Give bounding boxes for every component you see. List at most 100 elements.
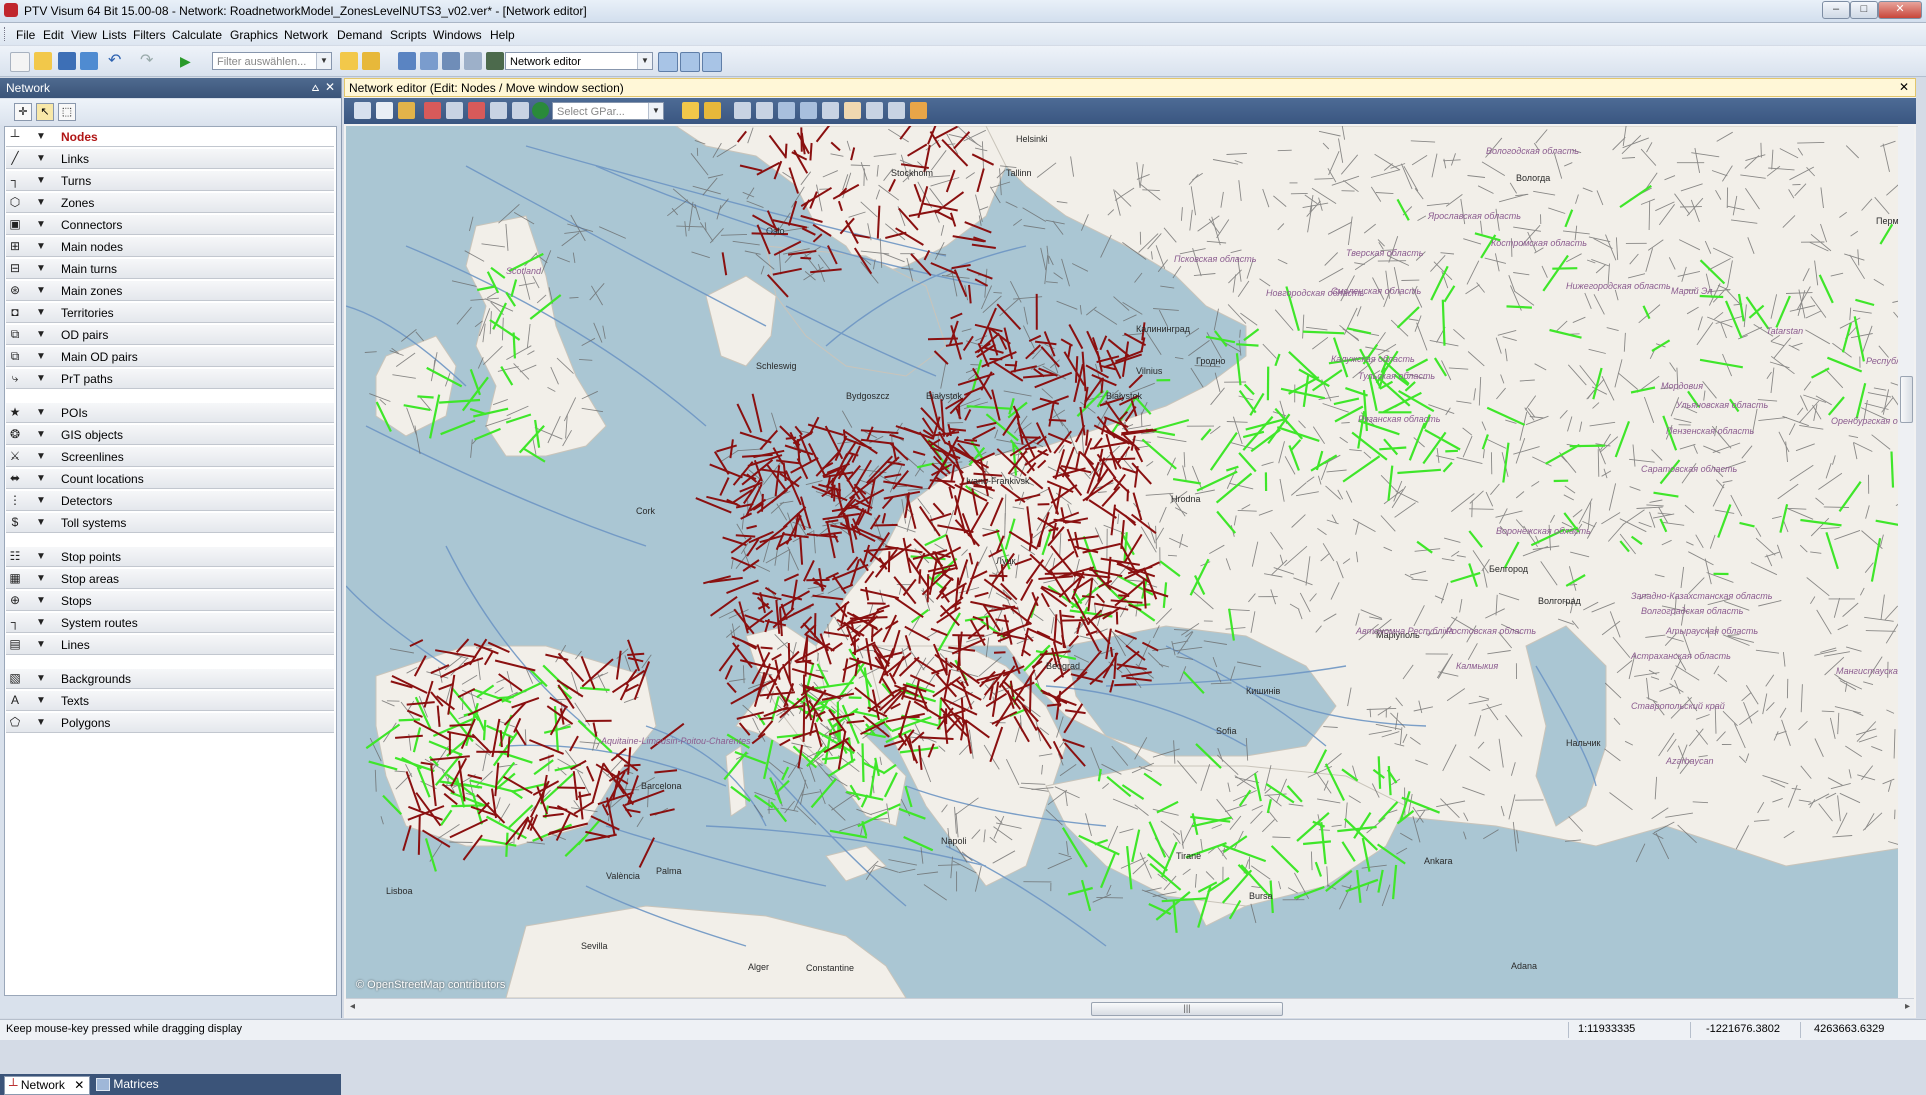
globe-icon[interactable]	[532, 102, 549, 119]
menu-graphics[interactable]: Graphics	[230, 28, 278, 42]
menu-help[interactable]: Help	[490, 28, 515, 42]
print-icon[interactable]	[490, 102, 507, 119]
filter-icon[interactable]: ▼	[36, 151, 46, 166]
network-item-screenlines[interactable]: ⚔▼Screenlines	[6, 447, 334, 467]
filter-icon[interactable]: ▼	[36, 693, 46, 708]
list-icon[interactable]	[442, 52, 460, 70]
maximize-button[interactable]: □	[1850, 1, 1878, 19]
network-item-stops[interactable]: ⊕▼Stops	[6, 591, 334, 611]
horizontal-scrollbar[interactable]: ◂ ||| ▸	[346, 998, 1914, 1017]
window-mode-select[interactable]: Network editor ▼	[505, 52, 653, 70]
close-icon[interactable]: ✕	[68, 1078, 84, 1092]
network-item-stop-points[interactable]: ☷▼Stop points	[6, 547, 334, 567]
import-icon[interactable]	[398, 52, 416, 70]
chevron-down-icon[interactable]: ▼	[316, 53, 331, 69]
filter-icon[interactable]: ▼	[36, 217, 46, 232]
network-item-od-pairs[interactable]: ⧉▼OD pairs	[6, 325, 334, 345]
menu-view[interactable]: View	[71, 28, 97, 42]
network-item-pois[interactable]: ★▼POIs	[6, 403, 334, 423]
tab-network[interactable]: ┴ Network ✕	[4, 1076, 90, 1095]
filter-icon[interactable]: ▼	[36, 515, 46, 530]
menu-file[interactable]: File	[16, 28, 35, 42]
network-item-main-turns[interactable]: ⊟▼Main turns	[6, 259, 334, 279]
autozoom-icon[interactable]	[822, 102, 839, 119]
network-map-canvas[interactable]	[346, 126, 1914, 998]
menu-scripts[interactable]: Scripts	[390, 28, 427, 42]
forward-icon[interactable]	[800, 102, 817, 119]
layers-icon[interactable]	[398, 102, 415, 119]
filter-icon[interactable]: ▼	[36, 549, 46, 564]
filter-icon[interactable]: ▼	[36, 471, 46, 486]
network-item-polygons[interactable]: ⬠▼Polygons	[6, 713, 334, 733]
edit-icon[interactable]	[888, 102, 905, 119]
chevron-down-icon[interactable]: ▼	[648, 103, 663, 119]
network-item-connectors[interactable]: ▣▼Connectors	[6, 215, 334, 235]
network-item-system-routes[interactable]: ┐▼System routes	[6, 613, 334, 633]
filter-icon[interactable]: ▼	[36, 493, 46, 508]
close-icon[interactable]: ✕	[1899, 80, 1909, 94]
back-icon[interactable]	[778, 102, 795, 119]
filter-icon[interactable]: ▼	[36, 283, 46, 298]
filter-icon[interactable]: ▼	[36, 615, 46, 630]
network-item-stop-areas[interactable]: ▦▼Stop areas	[6, 569, 334, 589]
network-item-backgrounds[interactable]: ▧▼Backgrounds	[6, 669, 334, 689]
filter-icon[interactable]: ▼	[36, 195, 46, 210]
filter-icon[interactable]: ▼	[36, 715, 46, 730]
select-pointer-icon[interactable]: ↖	[36, 103, 54, 121]
close-icon[interactable]: ✕	[325, 80, 335, 94]
tile-icon[interactable]	[658, 52, 678, 72]
scroll-right-icon[interactable]: ▸	[1905, 1001, 1910, 1012]
open-gpa-icon[interactable]	[682, 102, 699, 119]
filter-icon[interactable]: ▼	[36, 593, 46, 608]
menu-filters[interactable]: Filters	[133, 28, 166, 42]
menu-edit[interactable]: Edit	[43, 28, 64, 42]
pin-icon[interactable]: ⩟	[312, 80, 319, 95]
move-icon[interactable]	[446, 102, 463, 119]
network-item-nodes[interactable]: ┴▼Nodes	[6, 127, 334, 147]
pencil-icon[interactable]	[910, 102, 927, 119]
graphic-params-icon[interactable]	[420, 52, 438, 70]
filter-icon[interactable]: ▼	[36, 405, 46, 420]
save-all-icon[interactable]	[80, 52, 98, 70]
vertical-scroll-thumb[interactable]	[1900, 376, 1913, 423]
filter-icon[interactable]: ▼	[36, 571, 46, 586]
filter-icon[interactable]: ▼	[36, 327, 46, 342]
save-gpa-icon[interactable]	[704, 102, 721, 119]
measure-icon[interactable]	[866, 102, 883, 119]
filter-icon[interactable]: ▼	[36, 371, 46, 386]
layout-icon[interactable]	[464, 52, 482, 70]
save-icon[interactable]	[58, 52, 76, 70]
network-map[interactable]: HelsinkiTallinnStockholmOsloВологдаВолог…	[346, 126, 1914, 998]
filter-icon[interactable]: ▼	[36, 671, 46, 686]
network-item-prt-paths[interactable]: ⤷▼PrT paths	[6, 369, 334, 389]
scroll-left-icon[interactable]: ◂	[350, 1001, 355, 1012]
network-item-lines[interactable]: ▤▼Lines	[6, 635, 334, 655]
network-item-count-locations[interactable]: ⬌▼Count locations	[6, 469, 334, 489]
undo-icon[interactable]: ↶	[108, 52, 126, 70]
list-icon[interactable]	[376, 102, 393, 119]
run-icon[interactable]: ▶	[180, 52, 198, 70]
close-button[interactable]: ✕	[1878, 1, 1922, 19]
menu-network[interactable]: Network	[284, 28, 328, 42]
matrix-icon[interactable]	[486, 52, 504, 70]
network-item-texts[interactable]: A▼Texts	[6, 691, 334, 711]
new-file-icon[interactable]	[10, 52, 30, 72]
save-filter-icon[interactable]	[362, 52, 380, 70]
menu-windows[interactable]: Windows	[433, 28, 482, 42]
open-folder-icon[interactable]	[34, 52, 52, 70]
network-item-main-nodes[interactable]: ⊞▼Main nodes	[6, 237, 334, 257]
vertical-scrollbar[interactable]	[1898, 126, 1914, 998]
filter-icon[interactable]: ▼	[36, 129, 46, 144]
network-item-turns[interactable]: ┐▼Turns	[6, 171, 334, 191]
redo-icon[interactable]: ↷	[140, 52, 158, 70]
menu-demand[interactable]: Demand	[337, 28, 382, 42]
network-item-gis-objects[interactable]: ❂▼GIS objects	[6, 425, 334, 445]
select-icon[interactable]	[424, 102, 441, 119]
network-item-toll-systems[interactable]: $▼Toll systems	[6, 513, 334, 533]
tab-matrices[interactable]: Matrices	[96, 1076, 176, 1093]
filter-icon[interactable]: ▼	[36, 261, 46, 276]
binoculars-icon[interactable]	[354, 102, 371, 119]
deselect-icon[interactable]	[468, 102, 485, 119]
horizontal-scroll-thumb[interactable]: |||	[1091, 1002, 1283, 1016]
chevron-down-icon[interactable]: ▼	[637, 53, 652, 69]
